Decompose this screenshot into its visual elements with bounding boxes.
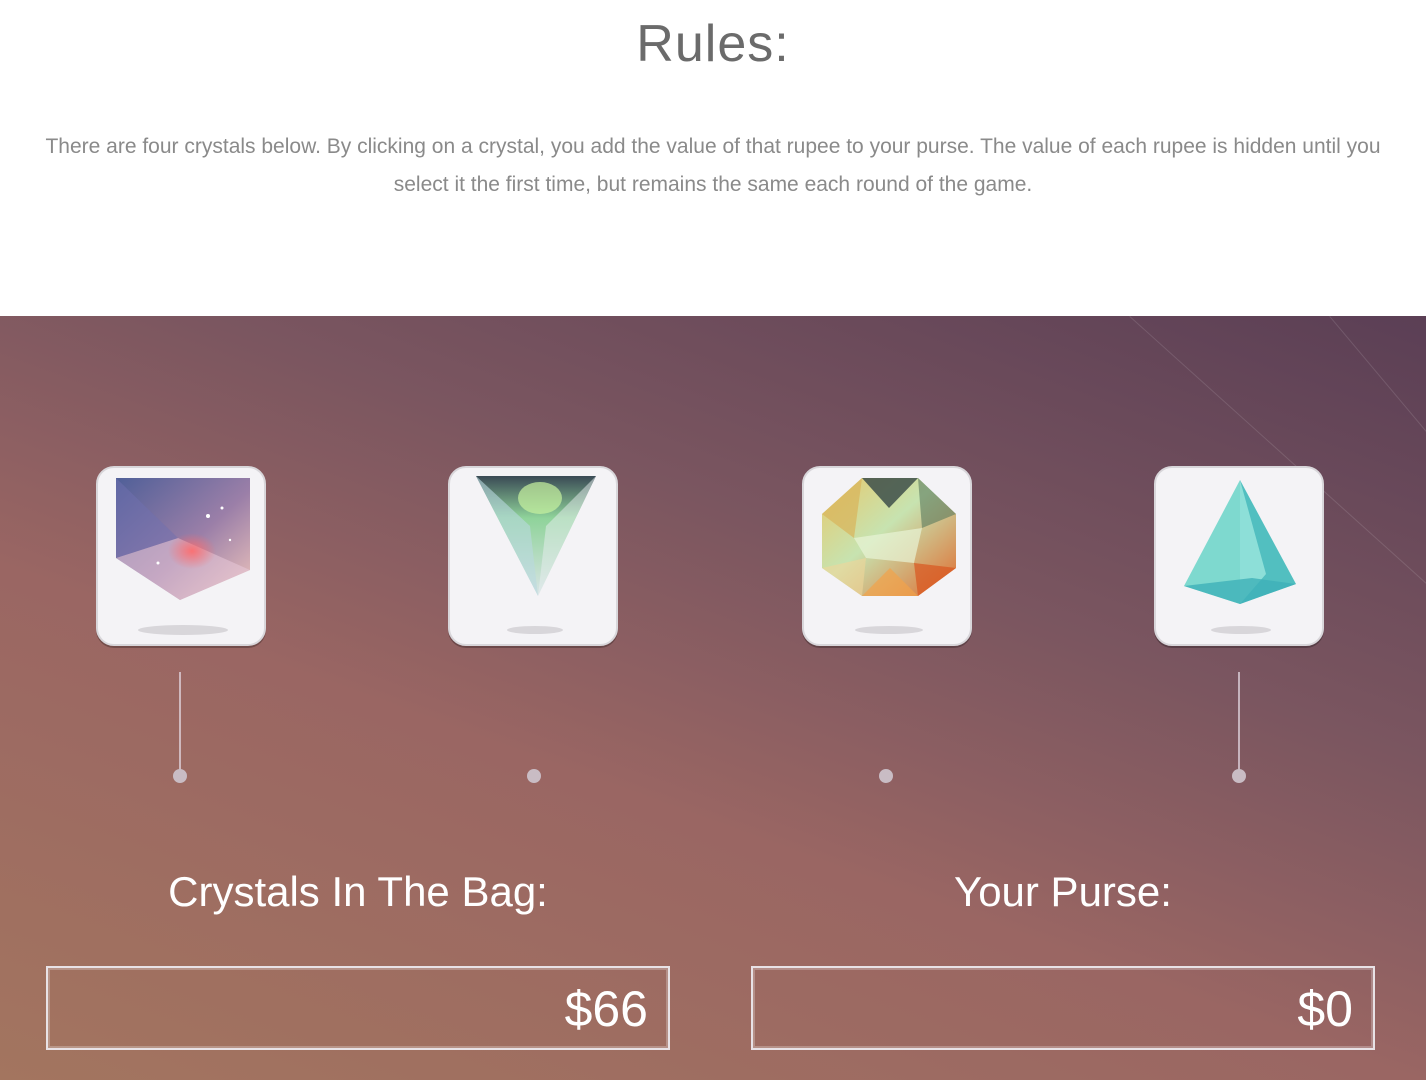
indicator-dot-3	[879, 769, 893, 783]
game-board: Crystals In The Bag: Your Purse: $66 $0	[0, 316, 1426, 1080]
crystal-button-1[interactable]	[96, 466, 266, 646]
rules-text: There are four crystals below. By clicki…	[45, 135, 1381, 196]
indicator-dot-2	[527, 769, 541, 783]
purse-value-box: $0	[751, 966, 1375, 1050]
decorative-line	[1329, 316, 1426, 547]
inverted-triangle-crystal-icon	[476, 476, 596, 634]
crystal-button-4[interactable]	[1154, 466, 1324, 646]
rules-section: Rules: There are four crystals below. By…	[0, 0, 1426, 316]
crystal-button-2[interactable]	[448, 466, 618, 646]
teal-pyramid-crystal-icon	[1184, 480, 1296, 634]
connector-line-4	[1238, 672, 1240, 772]
crystal-button-3[interactable]	[802, 466, 972, 646]
octagon-gem-crystal-icon	[822, 478, 956, 634]
bag-label: Crystals In The Bag:	[168, 868, 548, 915]
purple-pentagon-crystal-icon	[116, 478, 250, 635]
indicator-dot-4	[1232, 769, 1246, 783]
purse-label: Your Purse:	[954, 868, 1172, 915]
bag-value: $66	[564, 981, 648, 1037]
bag-value-box: $66	[46, 966, 670, 1050]
connector-line-1	[179, 672, 181, 772]
indicator-dot-1	[173, 769, 187, 783]
rules-title: Rules:	[636, 15, 790, 73]
purse-value: $0	[1297, 981, 1353, 1037]
